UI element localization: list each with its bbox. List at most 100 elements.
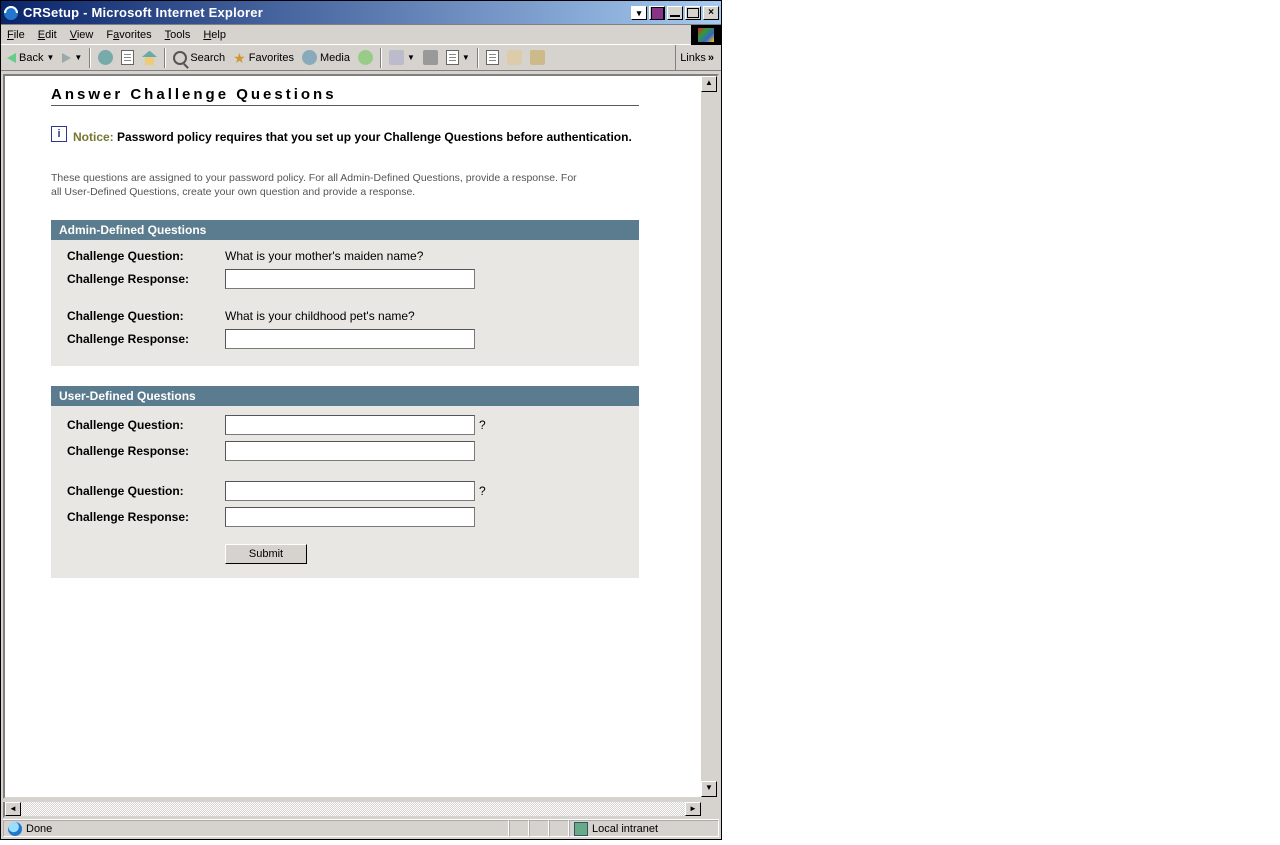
notice-label: Notice: [73, 130, 114, 144]
challenge-response-label: Challenge Response: [67, 444, 225, 458]
status-text: Done [26, 823, 52, 835]
titlebar-extra-icon[interactable]: ▾ [631, 6, 647, 20]
horizontal-scrollbar[interactable]: ◄ ► [3, 802, 719, 818]
favorites-button[interactable]: ★Favorites [230, 49, 297, 67]
minimize-button[interactable] [667, 6, 683, 20]
vertical-scrollbar[interactable]: ▲ ▼ [701, 76, 717, 797]
admin-response-2-input[interactable] [225, 329, 475, 349]
back-arrow-icon [7, 53, 16, 63]
chevron-down-icon: ▼ [74, 53, 82, 62]
challenge-response-label: Challenge Response: [67, 332, 225, 346]
back-button[interactable]: Back ▼ [4, 50, 57, 66]
chevron-down-icon: ▼ [407, 53, 415, 62]
user-response-2-input[interactable] [225, 507, 475, 527]
discuss-icon [486, 50, 499, 65]
scroll-down-button[interactable]: ▼ [701, 781, 717, 797]
close-button[interactable]: × [703, 6, 719, 20]
forward-button[interactable]: ▼ [59, 51, 85, 65]
search-button[interactable]: Search [170, 49, 228, 67]
stop-icon [98, 50, 113, 65]
titlebar: CRSetup - Microsoft Internet Explorer ▾ … [1, 1, 721, 24]
toolbar-separator [164, 48, 166, 68]
media-label: Media [320, 52, 350, 64]
question-mark: ? [479, 484, 486, 498]
notice-text: Notice: Password policy requires that yo… [73, 126, 632, 149]
titlebar-icon[interactable] [649, 6, 665, 20]
menu-tools[interactable]: Tools [165, 29, 191, 41]
scroll-left-button[interactable]: ◄ [5, 802, 21, 816]
admin-response-1-input[interactable] [225, 269, 475, 289]
user-response-1-input[interactable] [225, 441, 475, 461]
ie-window: CRSetup - Microsoft Internet Explorer ▾ … [0, 0, 722, 840]
refresh-icon [121, 50, 134, 65]
forward-arrow-icon [62, 53, 71, 63]
page-title: Answer Challenge Questions [51, 86, 639, 106]
menubar: File Edit View Favorites Tools Help [1, 24, 721, 44]
research-button[interactable] [504, 48, 525, 67]
status-cell-1 [509, 820, 529, 837]
challenge-question-label: Challenge Question: [67, 418, 225, 432]
window-title: CRSetup - Microsoft Internet Explorer [23, 5, 263, 20]
home-icon [142, 51, 157, 65]
info-icon: i [51, 126, 67, 142]
zone-icon [574, 822, 588, 836]
menu-edit[interactable]: Edit [38, 29, 57, 41]
messenger-button[interactable] [527, 48, 548, 67]
description-text: These questions are assigned to your pas… [51, 171, 581, 200]
question-mark: ? [479, 418, 486, 432]
refresh-button[interactable] [118, 48, 137, 67]
maximize-button[interactable] [685, 6, 701, 20]
links-label: Links [680, 52, 706, 64]
mail-icon [389, 50, 404, 65]
challenge-question-label: Challenge Question: [67, 309, 225, 323]
scroll-up-button[interactable]: ▲ [701, 76, 717, 92]
user-panel-header: User-Defined Questions [51, 386, 639, 406]
stop-button[interactable] [95, 48, 116, 67]
notice-row: i Notice: Password policy requires that … [51, 126, 687, 149]
notice-body: Password policy requires that you set up… [117, 130, 632, 144]
admin-defined-panel: Admin-Defined Questions Challenge Questi… [51, 220, 639, 366]
challenge-question-label: Challenge Question: [67, 484, 225, 498]
toolbar-separator [89, 48, 91, 68]
menu-file[interactable]: File [7, 29, 25, 41]
page-status-icon [8, 822, 22, 836]
chevron-down-icon: ▼ [462, 53, 470, 62]
history-button[interactable] [355, 48, 376, 67]
scroll-right-button[interactable]: ► [685, 802, 701, 816]
status-cell-3 [549, 820, 569, 837]
back-label: Back [19, 52, 43, 64]
security-zone: Local intranet [569, 820, 719, 837]
mail-button[interactable]: ▼ [386, 48, 418, 67]
menu-favorites[interactable]: Favorites [106, 29, 151, 41]
discuss-button[interactable] [483, 48, 502, 67]
history-icon [358, 50, 373, 65]
ie-app-icon [3, 5, 19, 21]
challenge-question-label: Challenge Question: [67, 249, 225, 263]
print-button[interactable] [420, 48, 441, 67]
search-label: Search [190, 52, 225, 64]
links-button[interactable]: Links » [675, 45, 718, 70]
toolbar: Back ▼ ▼ Search ★Favorites Media ▼ ▼ Lin… [1, 44, 721, 71]
menu-view[interactable]: View [70, 29, 94, 41]
challenge-response-label: Challenge Response: [67, 510, 225, 524]
search-icon [173, 51, 187, 65]
messenger-icon [530, 50, 545, 65]
edit-button[interactable]: ▼ [443, 48, 473, 67]
home-button[interactable] [139, 49, 160, 67]
scroll-corner [701, 802, 717, 816]
toolbar-separator [380, 48, 382, 68]
page-body: Answer Challenge Questions i Notice: Pas… [5, 76, 717, 578]
menu-help[interactable]: Help [203, 29, 226, 41]
edit-icon [446, 50, 459, 65]
media-button[interactable]: Media [299, 48, 353, 67]
user-defined-panel: User-Defined Questions Challenge Questio… [51, 386, 639, 578]
status-cell-2 [529, 820, 549, 837]
zone-label: Local intranet [592, 823, 658, 835]
print-icon [423, 50, 438, 65]
user-question-2-input[interactable] [225, 481, 475, 501]
user-question-1-input[interactable] [225, 415, 475, 435]
favorites-label: Favorites [249, 52, 294, 64]
submit-button[interactable]: Submit [225, 544, 307, 564]
scroll-track[interactable] [21, 802, 685, 816]
statusbar: Done Local intranet [3, 819, 719, 837]
